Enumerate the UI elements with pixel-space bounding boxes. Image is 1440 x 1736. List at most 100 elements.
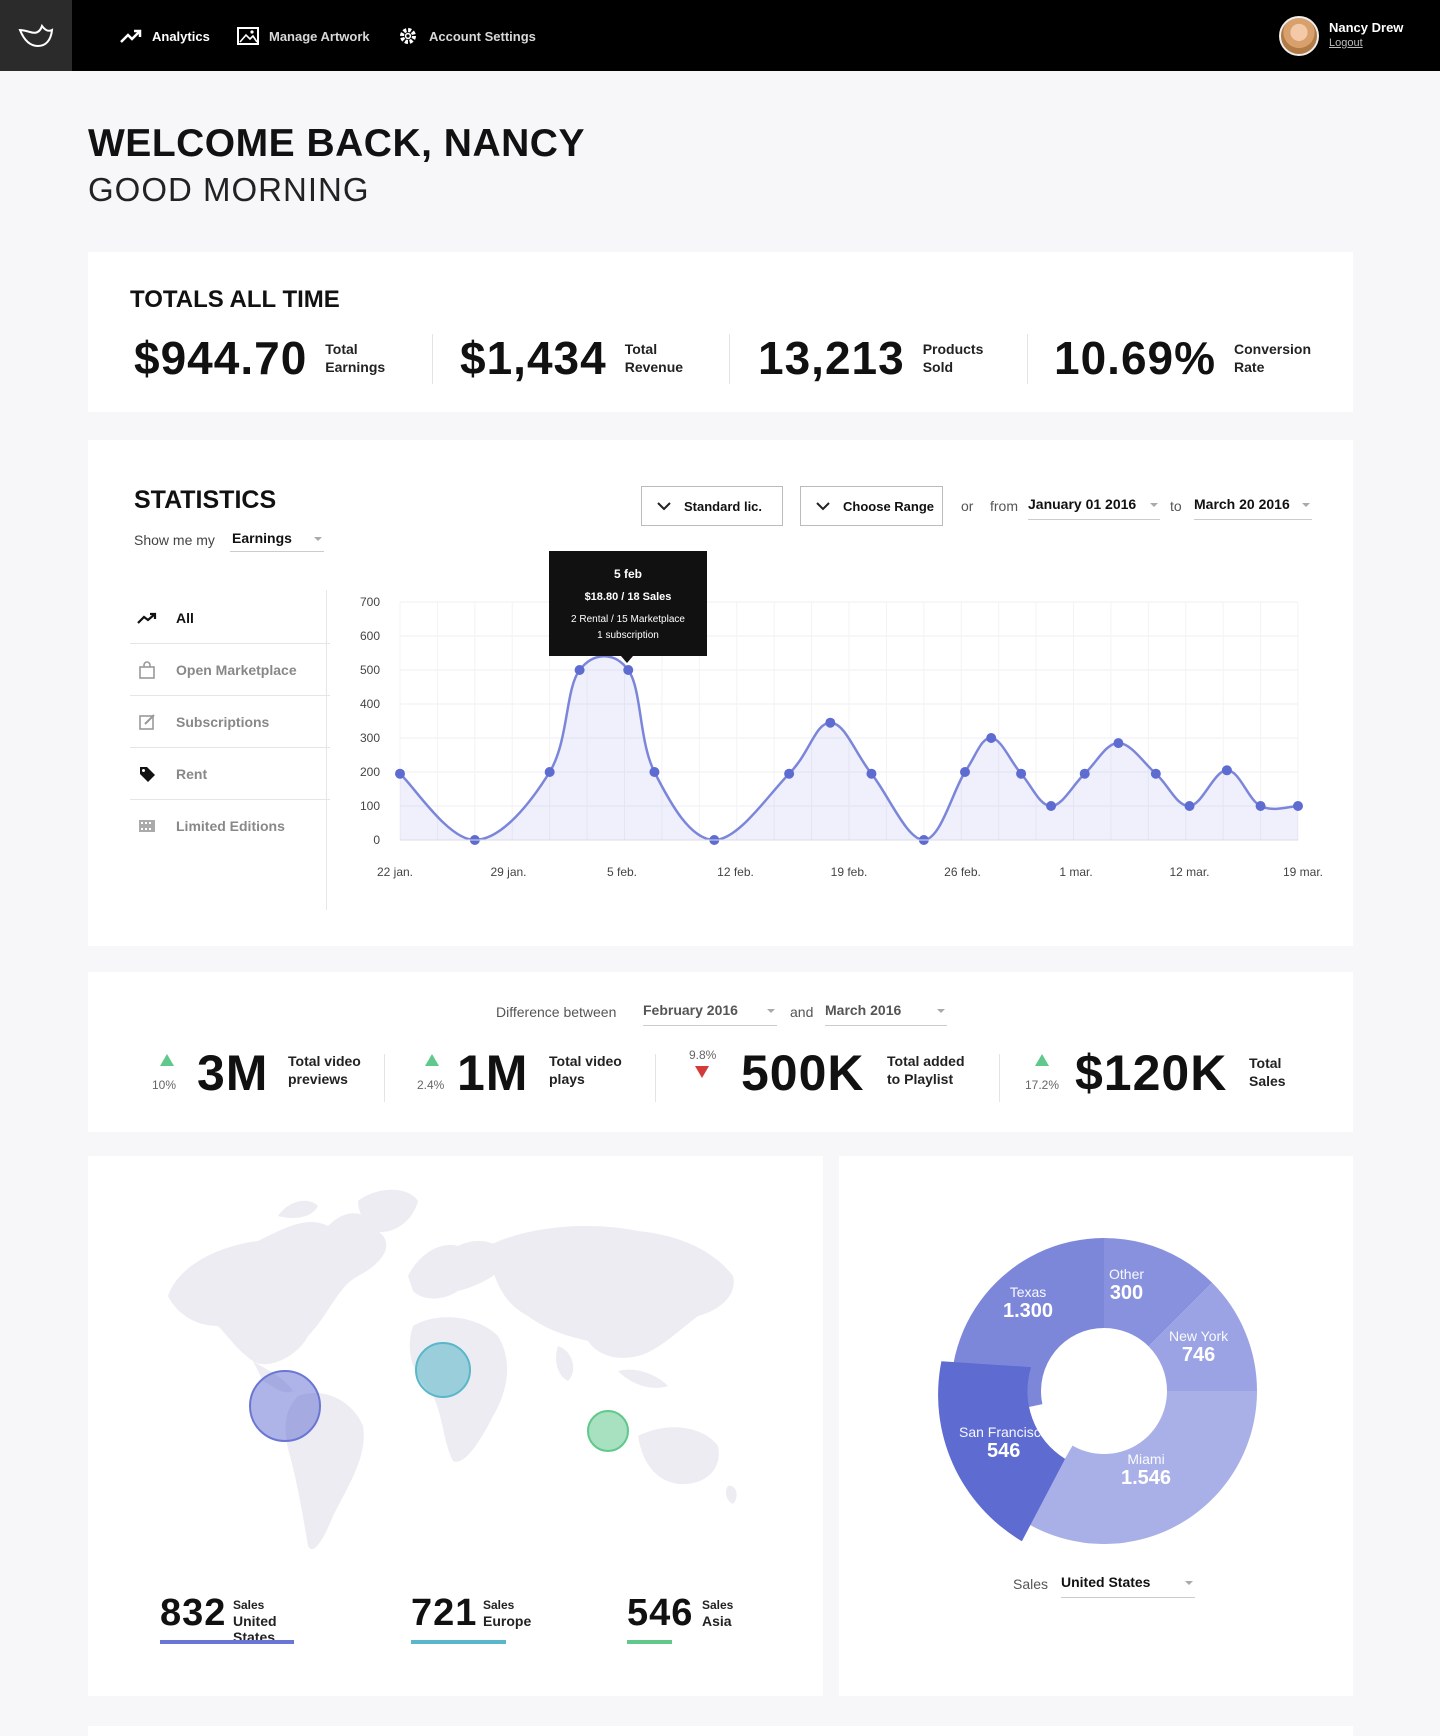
diff-total-sales: 17.2% $120K Total Sales xyxy=(1025,1044,1325,1104)
bubble-europe[interactable] xyxy=(415,1342,471,1398)
metric-select-value: Earnings xyxy=(232,530,292,546)
x-tick-label: 5 feb. xyxy=(607,865,637,879)
difference-label: Difference between xyxy=(496,1004,617,1020)
month1-select[interactable]: February 2016 xyxy=(643,1002,777,1026)
country-select[interactable]: United States xyxy=(1061,1574,1195,1598)
nav-account-settings[interactable]: Account Settings xyxy=(397,24,536,48)
data-point xyxy=(649,767,660,777)
pie-label-value: 1.300 xyxy=(1003,1300,1054,1322)
data-point xyxy=(866,768,877,779)
to-date-value: March 20 2016 xyxy=(1194,496,1290,512)
x-tick-label: 1 mar. xyxy=(1059,865,1092,879)
month2-select[interactable]: March 2016 xyxy=(825,1002,947,1026)
or-label: or xyxy=(961,498,974,514)
x-tick-label: 12 feb. xyxy=(717,865,754,879)
range-dropdown[interactable]: Choose Range xyxy=(800,486,943,526)
divider xyxy=(326,590,327,910)
show-me-label: Show me my xyxy=(134,532,215,548)
bubble-asia[interactable] xyxy=(587,1410,629,1452)
difference-card: Difference between February 2016 and Mar… xyxy=(88,972,1353,1132)
total-label: Products Sold xyxy=(922,341,984,375)
data-point xyxy=(623,665,634,675)
tooltip-sales: $18.80 / 18 Sales xyxy=(584,591,672,603)
total-conversion-rate: 10.69% Conversion Rate xyxy=(1054,328,1311,388)
chart-tooltip: 5 feb $18.80 / 18 Sales 2 Rental / 15 Ma… xyxy=(549,551,707,663)
x-tick-label: 22 jan. xyxy=(377,865,413,879)
filter-label: Subscriptions xyxy=(176,713,270,730)
totals-title: TOTALS ALL TIME xyxy=(130,286,340,313)
region-bar xyxy=(627,1640,672,1644)
region-label: Sales xyxy=(702,1598,734,1612)
data-point xyxy=(825,717,836,728)
region-name: Asia xyxy=(702,1613,732,1629)
filter-limited-editions[interactable]: Limited Editions xyxy=(130,800,330,852)
divider xyxy=(655,1054,656,1102)
trend-up-icon xyxy=(1035,1054,1049,1066)
region-label: Sales xyxy=(483,1598,515,1612)
divider xyxy=(729,334,730,384)
filter-rent[interactable]: Rent xyxy=(130,748,330,800)
diff-percent: 10% xyxy=(152,1078,177,1092)
diff-percent: 2.4% xyxy=(417,1078,445,1092)
pie-label-name: Miami xyxy=(1127,1451,1165,1467)
to-date-select[interactable]: March 20 2016 xyxy=(1194,496,1312,520)
diff-percent: 17.2% xyxy=(1025,1078,1060,1092)
to-label: to xyxy=(1170,498,1182,514)
tooltip-date: 5 feb xyxy=(613,567,642,581)
statistics-title: STATISTICS xyxy=(134,486,277,514)
country-select-value: United States xyxy=(1061,1574,1151,1590)
nav-manage-artwork[interactable]: Manage Artwork xyxy=(237,24,370,48)
chevron-down-icon xyxy=(815,498,831,514)
filter-open-marketplace[interactable]: Open Marketplace xyxy=(130,644,330,696)
tooltip-detail: 2 Rental / 15 Marketplace 1 subscription xyxy=(549,612,707,644)
data-point xyxy=(1150,768,1161,779)
filter-label: Limited Editions xyxy=(176,818,285,834)
caret-down-icon xyxy=(314,537,322,541)
diff-video-plays: 2.4% 1M Total video plays xyxy=(417,1044,657,1104)
data-point xyxy=(395,768,405,779)
data-point xyxy=(959,767,970,777)
y-tick-label: 400 xyxy=(360,697,380,711)
from-date-select[interactable]: January 01 2016 xyxy=(1028,496,1160,520)
x-tick-label: 19 feb. xyxy=(831,865,868,879)
data-point xyxy=(1221,765,1232,776)
logo[interactable] xyxy=(0,0,72,71)
region-name: Europe xyxy=(483,1613,532,1629)
filter-label: Open Marketplace xyxy=(176,661,297,678)
x-tick-label: 29 jan. xyxy=(490,865,526,879)
diff-label: Total Sales xyxy=(1249,1055,1286,1089)
logout-link[interactable]: Logout xyxy=(1329,37,1363,49)
total-earnings: $944.70 Total Earnings xyxy=(134,328,385,388)
filter-all[interactable]: All xyxy=(130,592,330,644)
pie-label-value: 746 xyxy=(1181,1344,1216,1366)
pie-label-value: 1.546 xyxy=(1121,1467,1172,1489)
pie-label-value: 546 xyxy=(987,1440,1021,1462)
nav-account-settings-label: Account Settings xyxy=(429,28,536,44)
pie-label-name: Other xyxy=(1109,1266,1145,1282)
film-icon xyxy=(136,818,158,834)
avatar[interactable] xyxy=(1279,16,1319,56)
filter-subscriptions[interactable]: Subscriptions xyxy=(130,696,330,748)
region-bar xyxy=(160,1640,294,1644)
total-value: $1,434 xyxy=(460,332,607,384)
page-subtitle: GOOD MORNING xyxy=(88,171,370,208)
total-revenue: $1,434 Total Revenue xyxy=(460,328,683,388)
y-tick-label: 700 xyxy=(360,595,380,609)
metric-select[interactable]: Earnings xyxy=(230,530,324,552)
data-point xyxy=(1046,801,1057,811)
trending-up-icon xyxy=(136,612,158,624)
y-tick-label: 200 xyxy=(360,765,380,779)
caret-down-icon xyxy=(1185,1581,1193,1585)
month1-value: February 2016 xyxy=(643,1002,738,1018)
diff-label: Total video plays xyxy=(549,1053,622,1087)
y-tick-label: 100 xyxy=(360,799,380,813)
nav-analytics[interactable]: Analytics xyxy=(120,24,210,48)
totals-card: TOTALS ALL TIME $944.70 Total Earnings $… xyxy=(88,252,1353,412)
chevron-down-icon xyxy=(656,498,672,514)
license-dropdown-label: Standard lic. xyxy=(684,498,763,514)
pie-label-texas: Texas 1.300 xyxy=(1003,1284,1053,1323)
bubble-united-states[interactable] xyxy=(249,1370,321,1442)
license-dropdown[interactable]: Standard lic. xyxy=(641,486,783,526)
image-icon xyxy=(237,25,259,47)
earnings-area-chart: 0 100 200 300 400 500 600 700 22 jan. 29 jan. 5 fe… xyxy=(360,595,1323,879)
